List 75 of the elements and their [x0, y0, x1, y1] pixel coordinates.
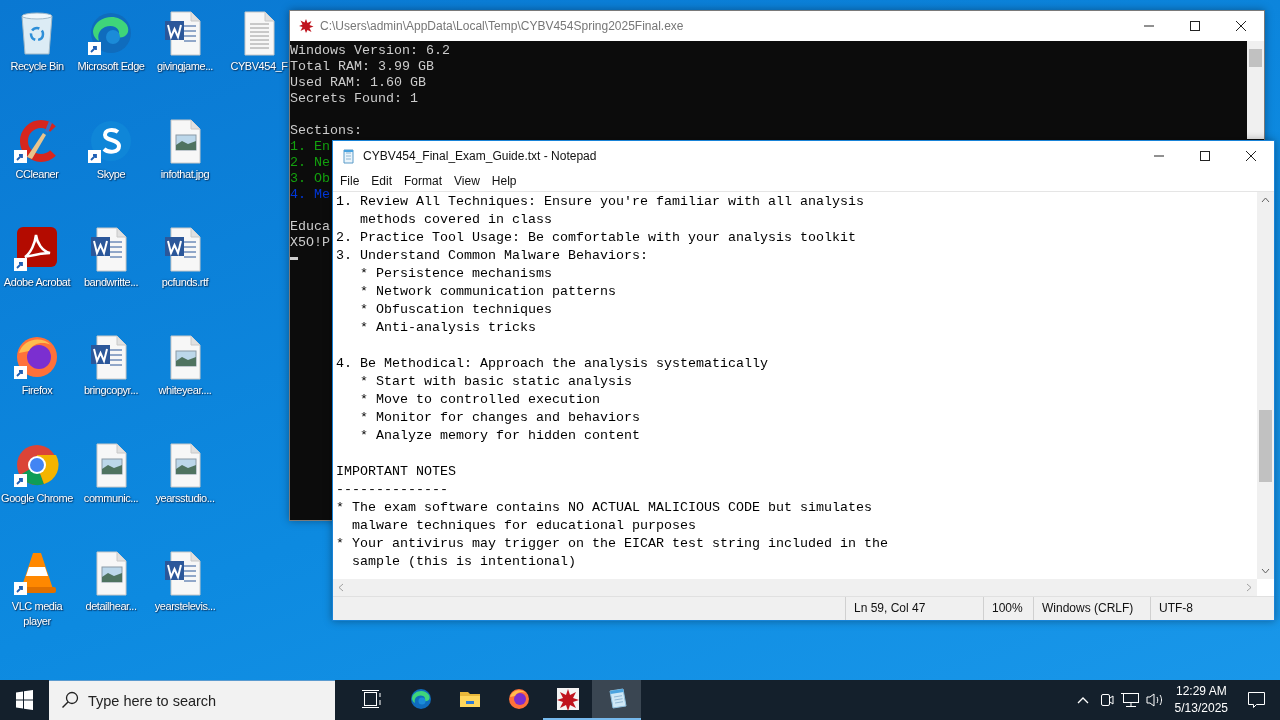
- taskbar-button[interactable]: [592, 680, 641, 720]
- desktop-icon-label[interactable]: communic...: [83, 491, 139, 506]
- text-line: --------------: [336, 482, 448, 497]
- menu-item[interactable]: File: [334, 174, 366, 188]
- desktop-icon-label[interactable]: Adobe Acrobat: [3, 275, 71, 290]
- desktop-icon-label[interactable]: pcfunds.rtf: [161, 275, 209, 290]
- desktop-icon-label[interactable]: Firefox: [21, 383, 53, 398]
- console-text: Secrets Found: 1: [290, 91, 418, 106]
- fox-logo-icon: [506, 687, 531, 711]
- status-text: 100%: [983, 597, 1033, 620]
- text-line: 4. Be Methodical: Approach the analysis systematically: [336, 356, 768, 371]
- window-title: CYBV454_Final_Exam_Guide.txt - Notepad: [363, 149, 598, 163]
- scrollbar[interactable]: [1257, 192, 1274, 579]
- console-text: Used RAM: 1.60 GB: [290, 75, 426, 90]
- text-line: 1. Review All Techniques: Ensure you're familiar with all analysis: [336, 194, 864, 209]
- desktop-icon-label[interactable]: CYBV454_F: [230, 59, 288, 74]
- text-line: IMPORTANT NOTES: [336, 464, 456, 479]
- text-line: * The exam software contains NO ACTUAL MALICIOUS CODE but simulates: [336, 500, 872, 515]
- desktop-icon-label[interactable]: yearsstudio...: [155, 491, 215, 506]
- window-title: C:\Users\admin\AppData\Local\Temp\CYBV454Spring2025Final.exe: [320, 19, 685, 33]
- scroll-thumb[interactable]: [1249, 49, 1262, 67]
- menu-item[interactable]: View: [448, 174, 486, 188]
- menu-item[interactable]: Help: [485, 174, 523, 188]
- text-line: * Analyze memory for hidden content: [359, 428, 640, 443]
- desktop-icon-label[interactable]: Skype: [96, 167, 126, 182]
- swirl-logo-icon: [408, 687, 433, 711]
- text-line: * Anti-analysis tricks: [359, 320, 536, 335]
- text-line: malware techniques for educational purposes: [351, 518, 696, 533]
- desktop-icon-label[interactable]: detailhear...: [85, 599, 137, 614]
- text-line: * Your antivirus may trigger on the EICAR test string included in the: [336, 536, 888, 551]
- menu-item[interactable]: Format: [398, 174, 449, 188]
- search-field[interactable]: Type here to search: [49, 680, 335, 720]
- console-text: X5O!P: [290, 235, 330, 250]
- text-line: 3. Understand Common Malware Behaviors:: [336, 248, 648, 263]
- task-view-icon: [359, 687, 384, 711]
- clock[interactable]: 12:29 AM 5/13/2025: [1166, 683, 1236, 717]
- status-text: Windows (CRLF): [1033, 597, 1150, 620]
- text-line: * Obfuscation techniques: [359, 302, 552, 317]
- console-text: Educa: [290, 219, 330, 234]
- desktop-icon-label[interactable]: yearstelevis...: [154, 599, 216, 614]
- search-icon: [61, 691, 79, 709]
- console-text: Total RAM: 3.99 GB: [290, 59, 434, 74]
- text-line: 2. Practice Tool Usage: Be comfortable with your analysis toolkit: [336, 230, 856, 245]
- splat-icon: [555, 687, 580, 711]
- notepad-icon: [341, 148, 357, 164]
- text-line: * Start with basic static analysis: [359, 374, 632, 389]
- text-line: * Network communication patterns: [359, 284, 616, 299]
- text-cursor: [290, 257, 298, 260]
- scrollbar[interactable]: [1247, 41, 1264, 139]
- text-line: sample (this is intentional): [351, 554, 576, 569]
- console-text: Sections:: [290, 123, 362, 138]
- desktop-icon-label[interactable]: whiteyear....: [158, 383, 212, 398]
- desktop-icon-label[interactable]: givingjame...: [157, 59, 213, 74]
- desktop-icon-label[interactable]: bandwritte...: [83, 275, 139, 290]
- desktop-icon-label[interactable]: Recycle Bin: [10, 59, 64, 74]
- desktop-icon-label[interactable]: CCleaner: [15, 167, 59, 182]
- console-text: 2. Ne: [290, 155, 330, 170]
- desktop-icon-label[interactable]: infothat.jpg: [160, 167, 210, 182]
- splat-icon: [298, 18, 314, 34]
- console-text: 4. Me: [290, 187, 330, 202]
- console-text: Windows Version: 6.2: [290, 43, 450, 58]
- desktop-icon-label[interactable]: bringcopyr...: [83, 383, 139, 398]
- scroll-thumb[interactable]: [1259, 410, 1272, 482]
- desktop-icon-label[interactable]: Google Chrome: [1, 491, 73, 506]
- desktop-icon-label[interactable]: VLC media player: [0, 599, 74, 629]
- menu-item[interactable]: Edit: [365, 174, 399, 188]
- text-line: * Move to controlled execution: [359, 392, 600, 407]
- status-text: Ln 59, Col 47: [845, 597, 983, 620]
- console-text: 1. En: [290, 139, 330, 154]
- desktop-icon-label[interactable]: Microsoft Edge: [77, 59, 145, 74]
- text-line: * Monitor for changes and behaviors: [359, 410, 640, 425]
- text-line: methods covered in class: [359, 212, 552, 227]
- text-line: * Persistence mechanisms: [359, 266, 552, 281]
- console-text: 3. Ob: [290, 171, 330, 186]
- status-text: UTF-8: [1150, 597, 1274, 620]
